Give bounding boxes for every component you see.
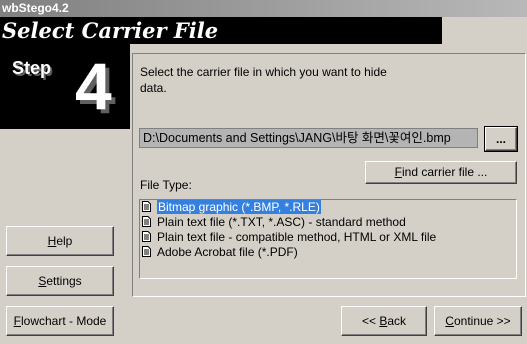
button-label-post: ettings [46, 274, 82, 288]
file-type-label: Adobe Acrobat file (*.PDF) [157, 245, 298, 259]
file-type-list[interactable]: Bitmap graphic (*.BMP, *.RLE) Plain text … [139, 199, 517, 279]
back-button[interactable]: << Back [341, 306, 427, 336]
step-indicator: Step 4 [0, 44, 130, 129]
step-number: 4 [75, 49, 112, 123]
button-hotkey: F [13, 314, 21, 328]
list-item[interactable]: Adobe Acrobat file (*.PDF) [140, 245, 516, 260]
button-hotkey: F [394, 165, 402, 179]
list-item[interactable]: Plain text file - compatible method, HTM… [140, 230, 516, 245]
page-title: Select Carrier File [0, 17, 442, 44]
document-icon [142, 231, 151, 242]
button-label-post: elp [56, 234, 73, 248]
instruction-text: Select the carrier file in which you wan… [140, 65, 387, 95]
list-item[interactable]: Bitmap graphic (*.BMP, *.RLE) [140, 200, 516, 215]
button-label-post: ontinue >> [453, 314, 511, 328]
browse-button[interactable]: ... [484, 126, 518, 152]
button-label-post: ind carrier file ... [401, 165, 488, 179]
document-icon [142, 201, 151, 212]
button-label-post: ack [387, 314, 407, 328]
list-item[interactable]: Plain text file (*.TXT, *.ASC) - standar… [140, 215, 516, 230]
carrier-path-field[interactable]: D:\Documents and Settings\JANG\바탕 화면\꽃여인… [139, 128, 478, 148]
flowchart-mode-button[interactable]: Flowchart - Mode [6, 306, 114, 336]
file-type-label: File Type: [140, 178, 192, 192]
file-type-label: Plain text file (*.TXT, *.ASC) - standar… [157, 215, 406, 229]
button-hotkey: C [445, 314, 454, 328]
help-button[interactable]: Help [6, 226, 114, 256]
window-title: wbStego4.2 [0, 0, 527, 17]
document-icon [142, 246, 151, 257]
file-type-label: Plain text file - compatible method, HTM… [157, 230, 437, 244]
button-label-post: lowchart - Mode [20, 314, 107, 328]
settings-button[interactable]: Settings [6, 266, 114, 296]
button-label-pre: << [361, 314, 380, 328]
find-carrier-file-button[interactable]: Find carrier file ... [365, 161, 517, 184]
document-icon [142, 216, 151, 227]
file-type-label: Bitmap graphic (*.BMP, *.RLE) [157, 200, 321, 214]
step-label: Step [12, 58, 52, 78]
continue-button[interactable]: Continue >> [434, 306, 522, 336]
